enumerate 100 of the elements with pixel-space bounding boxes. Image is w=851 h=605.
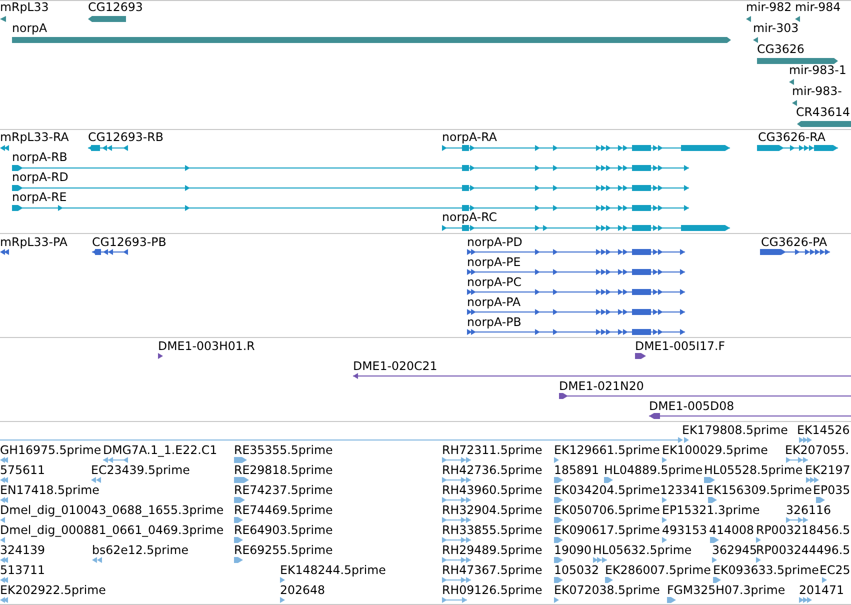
est-alignment[interactable] [554,597,559,603]
transcript-model[interactable] [0,145,9,151]
transcript-model[interactable] [442,145,730,151]
est-alignment[interactable] [280,577,285,583]
gene-arrow[interactable] [746,16,751,22]
gene-bar[interactable] [797,121,851,127]
est-alignment[interactable] [667,597,676,603]
est-alignment[interactable] [0,597,8,603]
clone-alignment[interactable] [353,372,851,378]
est-alignment[interactable] [0,457,8,463]
est-alignment[interactable] [442,537,471,543]
est-alignment[interactable] [712,557,717,563]
est-alignment[interactable] [554,557,563,563]
est-alignment[interactable] [816,497,825,503]
est-alignment[interactable] [554,537,563,543]
est-alignment[interactable] [822,577,827,583]
clone-label: DME1-005D08 [649,400,734,412]
est-alignment[interactable] [234,497,245,503]
est-alignment[interactable] [103,457,128,463]
protein-label: CG3626-PA [761,236,828,249]
est-alignment[interactable] [786,457,808,463]
est-label: RE69255.5prime [234,544,333,557]
transcript-model[interactable] [757,145,838,151]
transcript-model[interactable] [12,185,689,191]
est-alignment[interactable] [704,477,715,483]
est-alignment[interactable] [756,537,761,543]
est-alignment[interactable] [554,577,563,583]
est-alignment[interactable] [554,477,563,483]
est-alignment[interactable] [280,597,285,603]
est-alignment[interactable] [442,477,471,483]
gene-arrow[interactable] [753,37,758,43]
transcript-model[interactable] [12,165,689,171]
est-alignment[interactable] [234,457,247,463]
est-label: EK100029.5prime [662,444,768,457]
est-alignment[interactable] [756,557,761,563]
est-alignment[interactable] [799,437,812,443]
est-alignment[interactable] [442,577,471,583]
est-label: Dmel_dig_000881_0661_0469.3prime [0,524,224,537]
est-alignment[interactable] [708,497,717,503]
est-alignment[interactable] [0,537,5,543]
protein-model[interactable] [467,269,685,275]
est-alignment[interactable] [554,497,563,503]
est-alignment[interactable] [0,577,8,583]
est-alignment[interactable] [234,557,243,563]
est-alignment[interactable] [0,497,8,503]
gene-arrow[interactable] [795,16,800,22]
est-alignment[interactable] [442,557,471,563]
est-alignment[interactable] [442,457,471,463]
gene-bar[interactable] [88,16,126,22]
gene-label: CG3626 [757,43,804,56]
est-alignment[interactable] [554,517,563,523]
est-alignment[interactable] [0,517,5,523]
protein-model[interactable] [760,249,830,255]
est-label: EK207055. [785,444,849,457]
clone-alignment[interactable] [649,412,851,418]
est-alignment[interactable] [713,577,721,583]
est-alignment[interactable] [799,597,812,603]
est-alignment[interactable] [806,477,819,483]
est-alignment[interactable] [442,497,471,503]
est-alignment[interactable] [605,577,613,583]
protein-model[interactable] [0,249,9,255]
est-alignment[interactable] [442,597,467,603]
est-alignment[interactable] [234,477,249,483]
protein-model[interactable] [467,309,685,315]
est-alignment[interactable] [786,517,808,523]
est-alignment[interactable] [0,437,689,443]
est-alignment[interactable] [662,497,667,503]
protein-model[interactable] [467,289,685,295]
est-alignment[interactable] [0,557,8,563]
protein-model[interactable] [467,329,685,335]
protein-label: norpA-PE [467,256,521,269]
gene-bar[interactable] [757,58,838,64]
est-alignment[interactable] [662,517,667,523]
est-alignment[interactable] [662,457,667,463]
clone-alignment[interactable] [158,352,163,358]
transcript-model[interactable] [442,225,730,231]
gene-arrow[interactable] [0,16,6,22]
protein-label: CG12693-PB [92,236,166,249]
est-alignment[interactable] [662,537,667,543]
est-label: RH72311.5prime [442,444,542,457]
clone-alignment[interactable] [559,392,851,398]
est-alignment[interactable] [0,477,8,483]
est-label: 105032 [554,564,600,577]
est-alignment[interactable] [593,557,607,563]
est-alignment[interactable] [92,557,102,563]
est-alignment[interactable] [234,517,243,523]
est-alignment[interactable] [234,537,243,543]
protein-model[interactable] [92,249,128,255]
protein-model[interactable] [467,249,685,255]
est-alignment[interactable] [442,517,471,523]
clone-alignment[interactable] [635,352,646,358]
est-alignment[interactable] [91,477,101,483]
clone-label: DME1-003H01.R [158,340,255,352]
est-alignment[interactable] [710,537,719,543]
est-alignment[interactable] [554,457,559,463]
transcript-model[interactable] [12,205,689,211]
est-alignment[interactable] [604,477,613,483]
gene-arrow[interactable] [789,79,794,85]
gene-arrow[interactable] [792,100,797,106]
transcript-model[interactable] [88,145,128,151]
